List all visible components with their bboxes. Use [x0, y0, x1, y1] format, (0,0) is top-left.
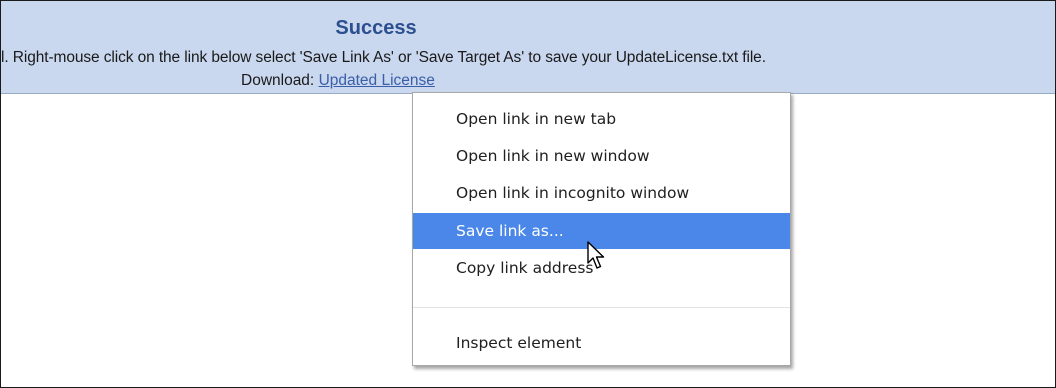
menu-item-open-new-tab[interactable]: Open link in new tab	[413, 101, 790, 137]
updated-license-link[interactable]: Updated License	[319, 72, 435, 89]
menu-item-open-incognito[interactable]: Open link in incognito window	[413, 175, 790, 211]
mouse-pointer-icon	[587, 241, 605, 269]
context-menu: Open link in new tab Open link in new wi…	[412, 92, 791, 366]
banner-instructions: l. Right-mouse click on the link below s…	[1, 49, 766, 66]
banner-title: Success	[335, 17, 417, 39]
menu-item-open-new-window[interactable]: Open link in new window	[413, 138, 790, 174]
download-label: Download:	[241, 72, 315, 89]
menu-item-inspect-element[interactable]: Inspect element	[413, 325, 790, 361]
download-line: Download: Updated License	[241, 72, 435, 90]
browser-page: Success l. Right-mouse click on the link…	[0, 0, 1056, 388]
success-banner: Success l. Right-mouse click on the link…	[1, 1, 1055, 94]
menu-separator	[413, 307, 790, 308]
